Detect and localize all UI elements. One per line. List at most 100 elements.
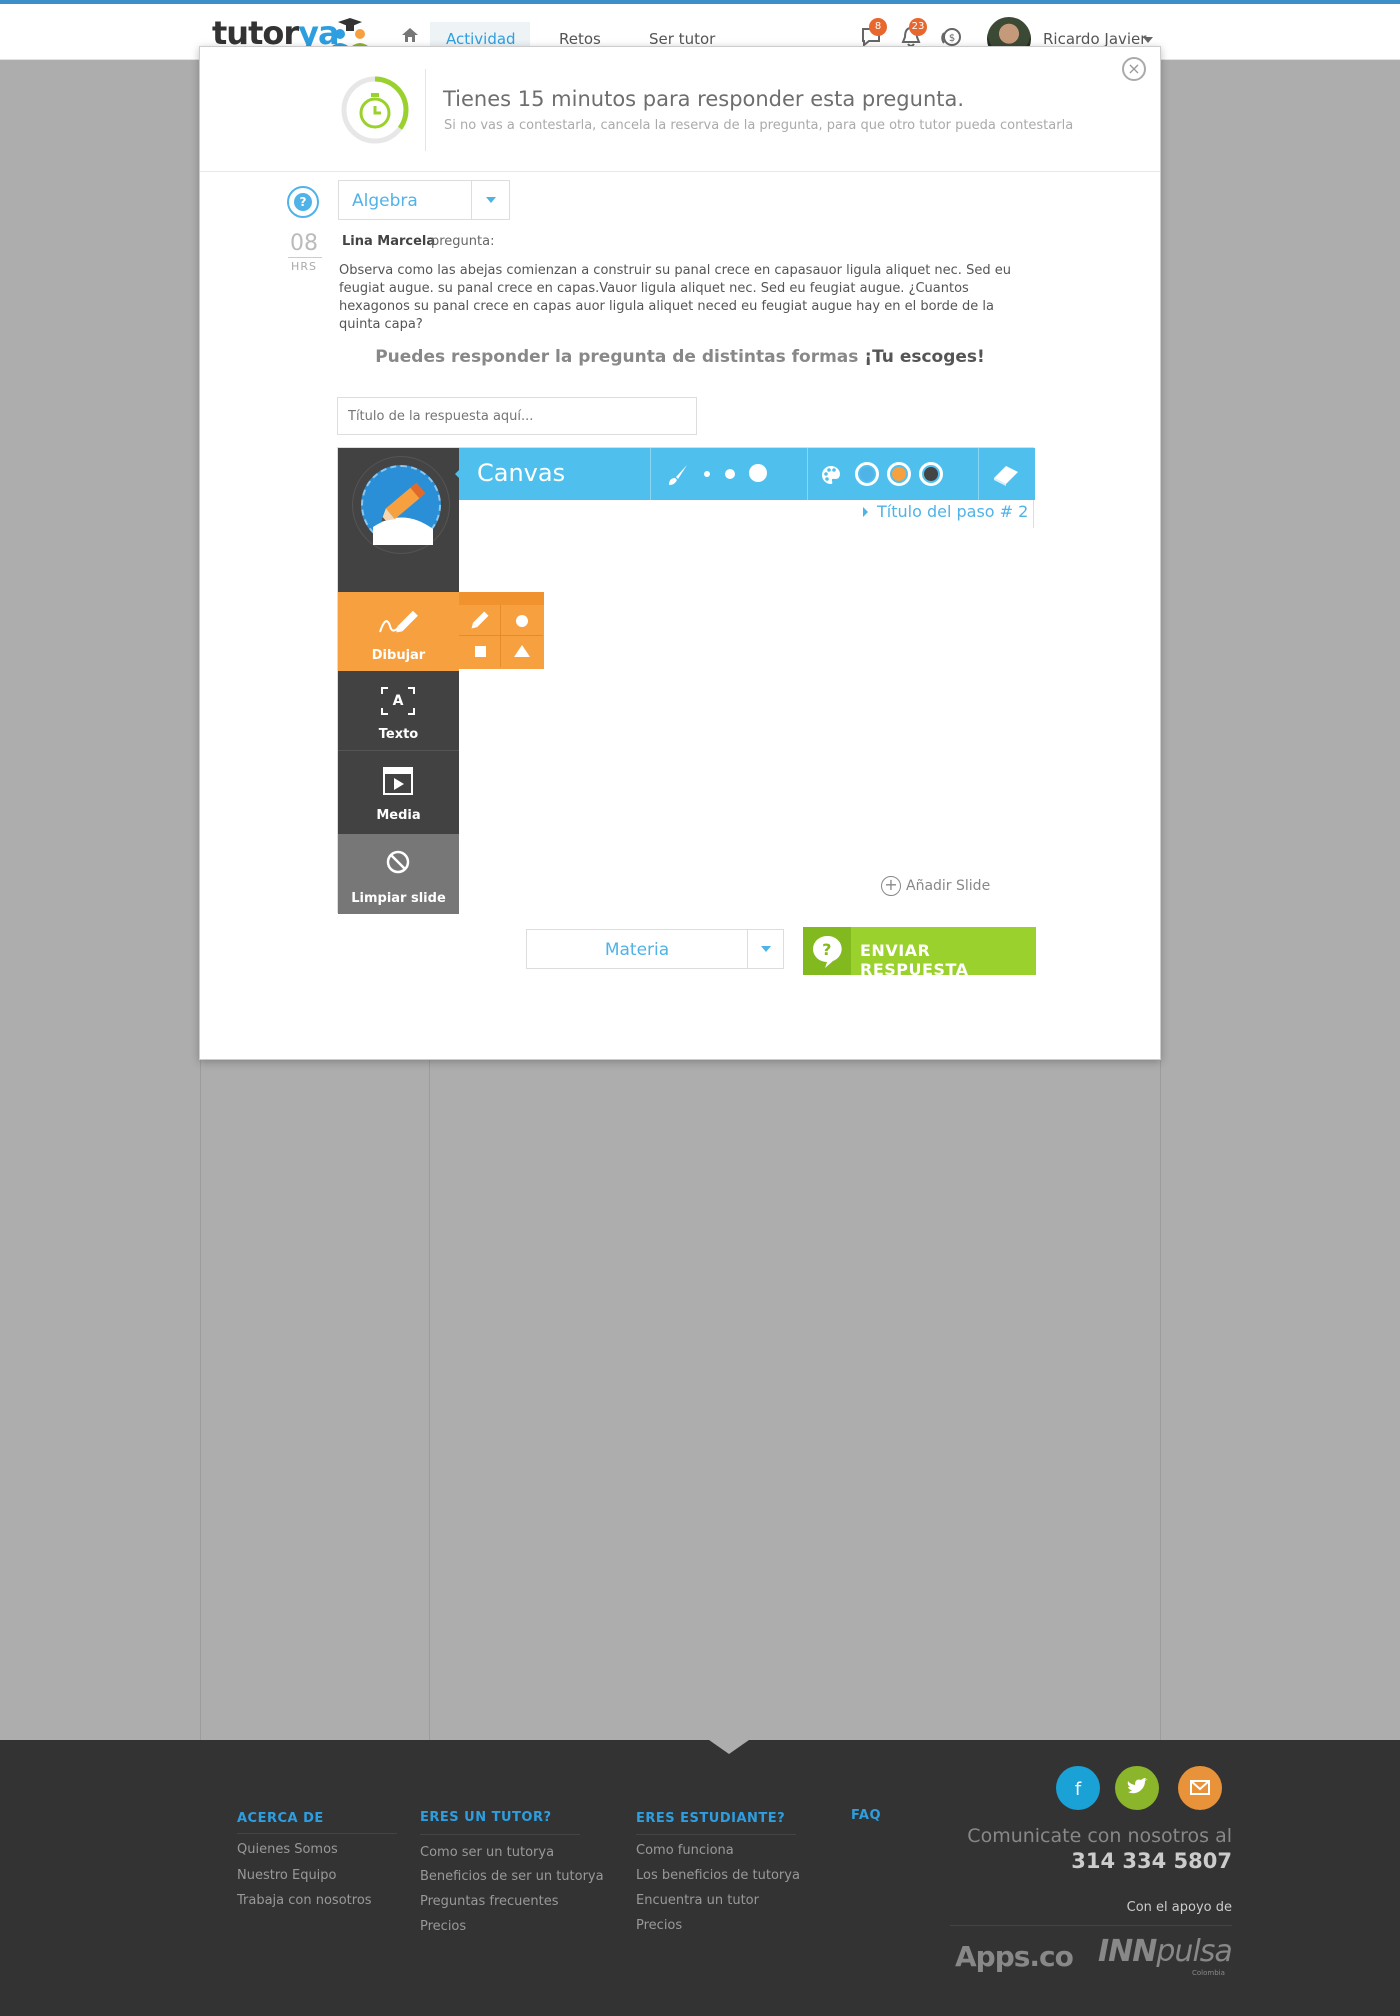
coins-icon[interactable]: $ [940, 26, 962, 48]
innpulsa-logo[interactable]: INNpulsa [1098, 1934, 1233, 1969]
stopwatch-icon [341, 76, 409, 144]
plus-icon: + [881, 876, 901, 896]
modal-subtitle: Si no vas a contestarla, cancela la rese… [444, 118, 1074, 133]
draw-tool-label: Dibujar [371, 648, 426, 663]
footer-link-como-funciona[interactable]: Como funciona [636, 1843, 734, 1858]
footer-link-nuestro-equipo[interactable]: Nuestro Equipo [237, 1868, 337, 1883]
eraser-icon[interactable] [992, 462, 1020, 486]
question-text: Observa como las abejas comienzan a cons… [339, 263, 1011, 332]
media-tool-label: Media [376, 808, 421, 823]
shape-pencil[interactable] [459, 605, 501, 636]
footer-link-quienes-somos[interactable]: Quienes Somos [237, 1842, 338, 1857]
subject-select[interactable]: Materia [526, 929, 784, 969]
triangle-icon [514, 645, 530, 657]
footer-link-beneficios-tutor[interactable]: Beneficios de ser un tutorya [420, 1869, 604, 1884]
shape-circle[interactable] [501, 605, 543, 636]
footer-link-faq[interactable]: FAQ [851, 1808, 881, 1823]
color-swatch-dark[interactable] [919, 462, 943, 486]
send-answer-label: ENVIAR RESPUESTA [860, 941, 969, 979]
step-title[interactable]: Título del paso # 2 [877, 502, 1028, 521]
toolbar-pointer [455, 466, 463, 482]
footer-link-trabaja[interactable]: Trabaja con nosotros [237, 1893, 372, 1908]
text-icon: A [381, 687, 415, 715]
brush-icon[interactable] [666, 463, 690, 487]
hours-divider [288, 257, 322, 258]
shape-square[interactable] [459, 636, 501, 667]
footer-link-beneficios[interactable]: Los beneficios de tutorya [636, 1868, 800, 1883]
footer-divider [237, 1833, 397, 1834]
media-tool-button[interactable]: Media [338, 752, 459, 831]
support-divider [950, 1925, 1232, 1926]
notifications-badge: 23 [909, 18, 927, 36]
canvas-logo [352, 456, 450, 554]
asker-name[interactable]: Lina Marcela [342, 234, 435, 249]
clear-slide-button[interactable]: Limpiar slide [338, 834, 459, 914]
pencil-icon [471, 611, 489, 629]
footer-link-como-ser-tutor[interactable]: Como ser un tutorya [420, 1845, 554, 1860]
answer-question-modal: × Tienes 15 minutos para responder esta … [199, 46, 1161, 1060]
footer-heading-tutor: ERES UN TUTOR? [420, 1810, 552, 1825]
shape-triangle[interactable] [501, 636, 543, 667]
appsco-logo[interactable]: Apps.co [955, 1940, 1074, 1973]
close-modal-button[interactable]: × [1122, 57, 1146, 81]
step-caret-icon [863, 507, 868, 517]
category-select[interactable]: Algebra [338, 180, 510, 220]
hours-remaining: 08 [290, 231, 318, 256]
contact-phone[interactable]: 314 334 5807 [900, 1849, 1232, 1873]
header-divider [425, 69, 426, 151]
email-icon [1190, 1780, 1210, 1795]
circle-icon [516, 615, 528, 627]
shape-picker-header [459, 592, 544, 605]
user-menu-chevron-icon[interactable] [1143, 37, 1153, 43]
canvas-toolbar: Canvas [459, 448, 1035, 500]
brush-size-large[interactable] [749, 464, 767, 482]
facebook-button[interactable]: f [1056, 1766, 1100, 1810]
footer-divider [420, 1834, 580, 1835]
canvas-title: Canvas [477, 459, 566, 487]
draw-tool-button[interactable]: Dibujar [338, 592, 459, 671]
send-answer-button[interactable]: ? ENVIAR RESPUESTA [803, 927, 1036, 979]
facebook-icon: f [1075, 1779, 1082, 1800]
svg-text:$: $ [949, 33, 955, 44]
footer-link-encuentra[interactable]: Encuentra un tutor [636, 1893, 759, 1908]
clear-slide-label: Limpiar slide [351, 891, 446, 906]
color-swatch-blue[interactable] [855, 462, 879, 486]
asker-verb: pregunta: [431, 234, 495, 249]
add-slide-label: Añadir Slide [906, 878, 991, 894]
chevron-down-icon[interactable] [471, 181, 509, 219]
palette-icon[interactable] [820, 464, 842, 486]
brush-size-medium[interactable] [725, 469, 735, 479]
toolbar-divider [978, 448, 979, 500]
drawing-canvas[interactable] [459, 528, 1035, 914]
footer-heading-acerca: ACERCA DE [237, 1811, 324, 1826]
add-slide-button[interactable]: + Añadir Slide [881, 876, 991, 896]
text-tool-button[interactable]: A Texto [338, 672, 459, 751]
footer-link-precios-estudiante[interactable]: Precios [636, 1918, 682, 1933]
svg-text:f: f [1075, 1779, 1082, 1800]
support-label: Con el apoyo de [1126, 1900, 1232, 1915]
answer-title-input[interactable] [337, 397, 697, 435]
block-icon [386, 850, 410, 874]
footer-notch [709, 1740, 749, 1754]
contact-label: Comunicate con nosotros al [967, 1825, 1232, 1847]
messages-badge: 8 [869, 18, 887, 36]
draw-icon [379, 610, 418, 633]
brush-size-small[interactable] [704, 471, 710, 477]
tool-sidebar: Dibujar A Texto Media Limpiar slide [338, 448, 459, 914]
hours-label: HRS [291, 260, 317, 273]
email-button[interactable] [1178, 1766, 1222, 1810]
svg-text:A: A [393, 693, 404, 709]
color-swatch-orange[interactable] [887, 462, 911, 486]
footer-link-precios-tutor[interactable]: Precios [420, 1919, 466, 1934]
footer-divider [636, 1834, 796, 1835]
shape-picker [459, 592, 544, 669]
home-icon[interactable] [402, 28, 418, 42]
subject-value: Materia [604, 940, 670, 960]
svg-text:?: ? [822, 940, 832, 959]
footer-link-preguntas[interactable]: Preguntas frecuentes [420, 1894, 559, 1909]
canvas-editor: Dibujar A Texto Media Limpiar slide Canv… [337, 447, 1035, 914]
twitter-button[interactable] [1115, 1766, 1159, 1810]
innpulsa-country: Colombia [1192, 1969, 1225, 1977]
toolbar-divider [650, 448, 651, 500]
chevron-down-icon[interactable] [747, 930, 783, 968]
